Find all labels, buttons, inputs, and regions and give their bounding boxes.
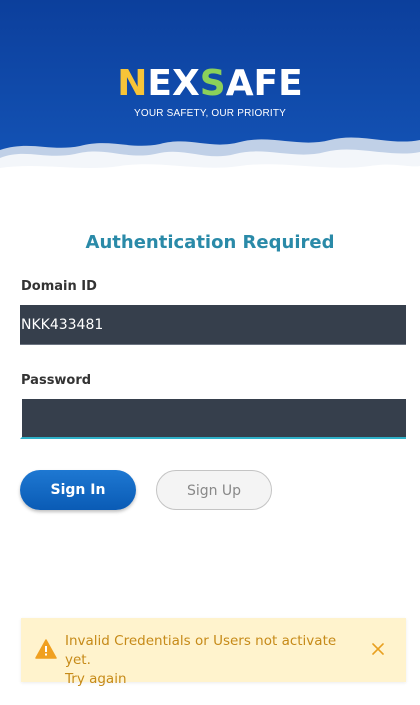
logo-letter-n: N xyxy=(117,63,148,104)
warning-icon xyxy=(35,639,57,659)
error-alert: Invalid Credentials or Users not activat… xyxy=(21,618,406,687)
header-banner: N EX S AFE YOUR SAFETY, OUR PRIORITY xyxy=(0,0,420,180)
alert-message-line1: Invalid Credentials or Users not activat… xyxy=(65,633,337,668)
nexsafe-logo: N EX S AFE YOUR SAFETY, OUR PRIORITY xyxy=(0,66,420,120)
password-input[interactable] xyxy=(20,399,406,439)
domain-id-label: Domain ID xyxy=(21,279,97,294)
logo-letter-s: S xyxy=(199,63,226,104)
page-title: Authentication Required xyxy=(85,232,335,253)
alert-message-line2: Try again xyxy=(65,671,127,687)
logo-tagline: YOUR SAFETY, OUR PRIORITY xyxy=(133,108,287,119)
sign-in-button[interactable]: Sign In xyxy=(20,470,136,510)
logo-wordmark: N EX S AFE xyxy=(117,66,302,102)
password-label: Password xyxy=(21,373,92,388)
sign-up-button[interactable]: Sign Up xyxy=(156,470,272,510)
alert-message: Invalid Credentials or Users not activat… xyxy=(65,632,355,689)
logo-letters-afe: AFE xyxy=(225,63,303,104)
logo-letters-ex: EX xyxy=(147,63,200,104)
domain-id-input[interactable] xyxy=(20,305,406,345)
close-icon[interactable] xyxy=(371,642,385,656)
